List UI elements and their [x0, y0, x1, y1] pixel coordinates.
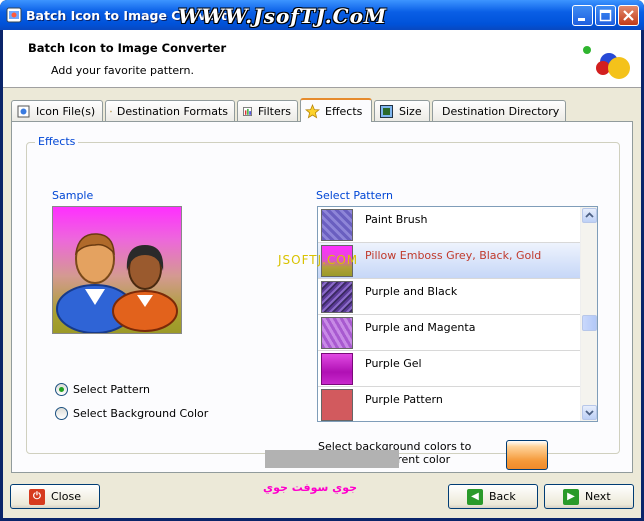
progress-bar — [265, 450, 399, 468]
pattern-name: Purple and Black — [365, 285, 458, 298]
maximize-icon — [599, 9, 612, 22]
next-button-label: Next — [585, 490, 611, 503]
pattern-name: Paint Brush — [365, 213, 428, 226]
size-icon — [380, 104, 393, 118]
balls-logo-icon — [583, 46, 630, 79]
arrow-left-icon: ◀ — [467, 488, 483, 505]
radio-select-background[interactable]: Select Background Color — [55, 407, 208, 420]
list-item[interactable]: Purple Gel — [318, 351, 580, 387]
minimize-button[interactable] — [572, 5, 593, 26]
radio-button-selected[interactable] — [55, 383, 68, 396]
list-scrollbar[interactable] — [580, 207, 597, 421]
star-icon — [305, 103, 320, 118]
tab-label: Size — [399, 104, 422, 118]
list-item[interactable]: Purple and Magenta — [318, 315, 580, 351]
pattern-swatch — [321, 281, 353, 313]
pattern-name: Purple Gel — [365, 357, 422, 370]
sample-label: Sample — [52, 189, 94, 202]
tab-label: Destination Formats — [116, 104, 228, 118]
pattern-name: Purple and Magenta — [365, 321, 476, 334]
radio-label: Select Pattern — [73, 383, 151, 396]
pattern-name: Purple Pattern — [365, 393, 443, 406]
list-item[interactable]: Purple and Black — [318, 279, 580, 315]
tab-strip: Icon File(s) Destination Formats Filters… — [11, 98, 611, 122]
tab-icon-files[interactable]: Icon File(s) — [11, 100, 103, 121]
close-button-label: Close — [51, 490, 81, 503]
app-icon — [6, 7, 22, 23]
tab-label: Destination Directory — [442, 104, 560, 118]
pattern-swatch — [321, 353, 353, 385]
users-icon — [56, 233, 178, 334]
title-bar[interactable]: Batch Icon to Image Converter WWW.JsofTJ… — [0, 0, 644, 30]
tab-label: Effects — [325, 104, 363, 118]
pattern-swatch — [321, 389, 353, 421]
chevron-down-icon — [585, 410, 594, 416]
sample-preview — [52, 206, 182, 334]
client-area: Batch Icon to Image Converter Add your f… — [3, 30, 641, 518]
maximize-button[interactable] — [595, 5, 616, 26]
radio-button[interactable] — [55, 407, 68, 420]
radio-select-pattern[interactable]: Select Pattern — [55, 383, 150, 396]
back-button-label: Back — [489, 490, 516, 503]
chevron-up-icon — [585, 212, 594, 218]
palette-icon — [110, 110, 112, 112]
next-button[interactable]: ▶ Next — [544, 484, 634, 509]
arrow-right-icon: ▶ — [563, 488, 579, 505]
tab-destination-directory[interactable]: Destination Directory — [432, 100, 566, 121]
scroll-up-button[interactable] — [582, 208, 597, 223]
minimize-icon — [578, 18, 585, 21]
list-item[interactable]: Paint Brush — [318, 207, 580, 243]
tab-size[interactable]: Size — [374, 100, 430, 121]
tab-label: Filters — [258, 104, 291, 118]
select-pattern-label: Select Pattern — [316, 189, 394, 202]
effects-group-label: Effects — [35, 135, 79, 148]
filter-icon — [243, 106, 252, 116]
back-button[interactable]: ◀ Back — [448, 484, 538, 509]
close-icon — [623, 10, 634, 21]
tab-filters[interactable]: Filters — [237, 100, 298, 121]
app-window: Batch Icon to Image Converter WWW.JsofTJ… — [0, 0, 644, 521]
pattern-swatch — [321, 317, 353, 349]
wizard-header: Batch Icon to Image Converter Add your f… — [3, 30, 641, 88]
radio-label: Select Background Color — [73, 407, 209, 420]
tab-effects[interactable]: Effects — [300, 98, 372, 122]
header-title: Batch Icon to Image Converter — [28, 41, 227, 55]
effects-panel: Effects Sample Select Pattern Select Bac… — [11, 121, 633, 473]
pattern-swatch — [321, 209, 353, 241]
pattern-name: Pillow Emboss Grey, Black, Gold — [365, 249, 542, 262]
close-button[interactable]: ⏻ Close — [10, 484, 100, 509]
tab-label: Icon File(s) — [36, 104, 96, 118]
tab-destination-formats[interactable]: Destination Formats — [105, 100, 235, 121]
scroll-thumb[interactable] — [582, 315, 597, 331]
power-icon: ⏻ — [29, 488, 45, 505]
icon-files-icon — [17, 105, 30, 117]
overlay-watermark: JSOFTJ.COM — [278, 253, 359, 267]
scroll-down-button[interactable] — [582, 405, 597, 420]
background-color-button[interactable] — [506, 440, 548, 470]
watermark-text: WWW.JsofTJ.CoM — [178, 4, 388, 28]
list-item[interactable]: Purple Pattern — [318, 387, 580, 421]
pattern-list[interactable]: Paint Brush Pillow Emboss Grey, Black, G… — [317, 206, 598, 422]
footer-watermark: جوي سوفت جوي — [263, 481, 358, 494]
close-window-button[interactable] — [618, 5, 639, 26]
header-subtitle: Add your favorite pattern. — [51, 64, 194, 77]
